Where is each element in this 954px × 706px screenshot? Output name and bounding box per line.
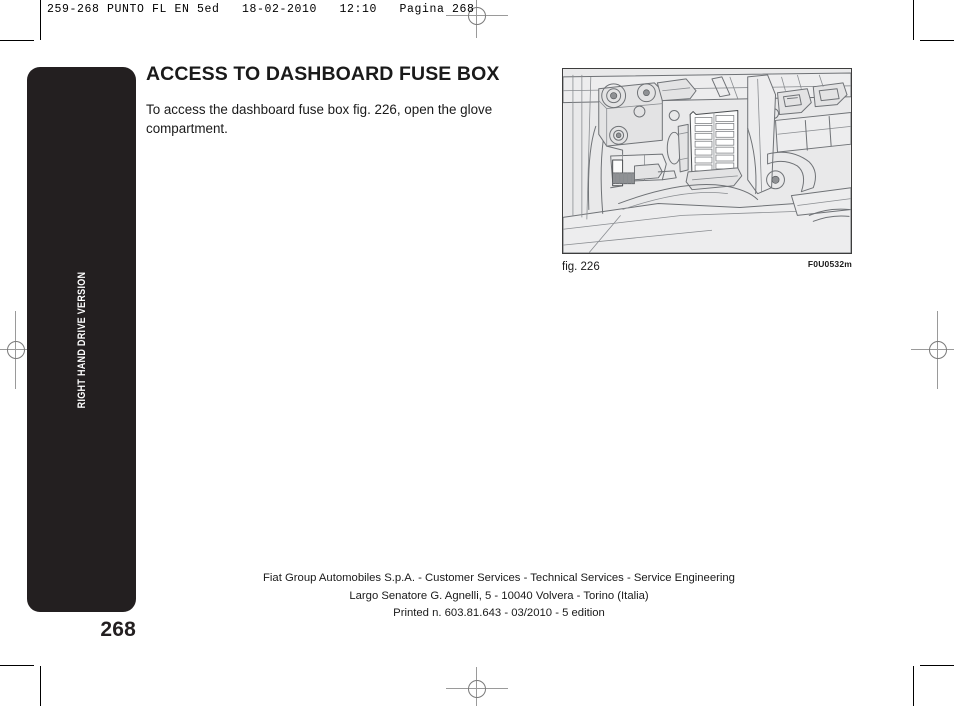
page-title: ACCESS TO DASHBOARD FUSE BOX [146,63,500,85]
crop-mark-top-right-horizontal [920,40,954,41]
dashboard-fuse-box-illustration: .ln { fill:none; stroke:#6f7276; stroke-… [563,69,851,253]
figure-caption: fig. 226 [562,261,600,273]
crop-mark-bottom-left-vertical [40,666,41,706]
registration-mark-left [0,311,43,389]
article-body-text: To access the dashboard fuse box fig. 22… [146,102,493,136]
section-tab-label: RIGHT HAND DRIVE VERSION [75,271,88,408]
figure-image-frame: .ln { fill:none; stroke:#6f7276; stroke-… [562,68,852,254]
figure-caption-row: fig. 226 F0U0532m [562,259,852,275]
footer-imprint: Fiat Group Automobiles S.p.A. - Customer… [146,570,852,623]
footer-line-company: Fiat Group Automobiles S.p.A. - Customer… [263,572,735,584]
registration-mark-circle [929,341,947,359]
registration-mark-right [911,311,954,389]
section-tab-right-hand-drive-version: RIGHT HAND DRIVE VERSION [27,67,136,612]
footer-line-print-info: Printed n. 603.81.643 - 03/2010 - 5 edit… [393,607,605,619]
registration-mark-circle [7,341,25,359]
figure-block: .ln { fill:none; stroke:#6f7276; stroke-… [562,68,852,275]
crop-mark-top-left-vertical [40,0,41,40]
crop-mark-top-right-vertical [913,0,914,40]
crop-mark-top-left-horizontal [0,40,34,41]
crop-mark-bottom-right-horizontal [920,665,954,666]
crop-mark-bottom-left-horizontal [0,665,34,666]
printed-page: 259-268 PUNTO FL EN 5ed 18-02-2010 12:10… [0,0,954,706]
page-number: 268 [100,618,136,641]
crop-mark-bottom-right-vertical [913,666,914,706]
registration-mark-circle [468,680,486,698]
footer-line-address: Largo Senatore G. Agnelli, 5 - 10040 Vol… [349,589,649,602]
figure-reference-code: F0U0532m [807,259,852,269]
article-column: ACCESS TO DASHBOARD FUSE BOX To access t… [146,63,542,138]
print-header-text: 259-268 PUNTO FL EN 5ed 18-02-2010 12:10… [47,3,475,16]
registration-mark-bottom [446,667,508,706]
